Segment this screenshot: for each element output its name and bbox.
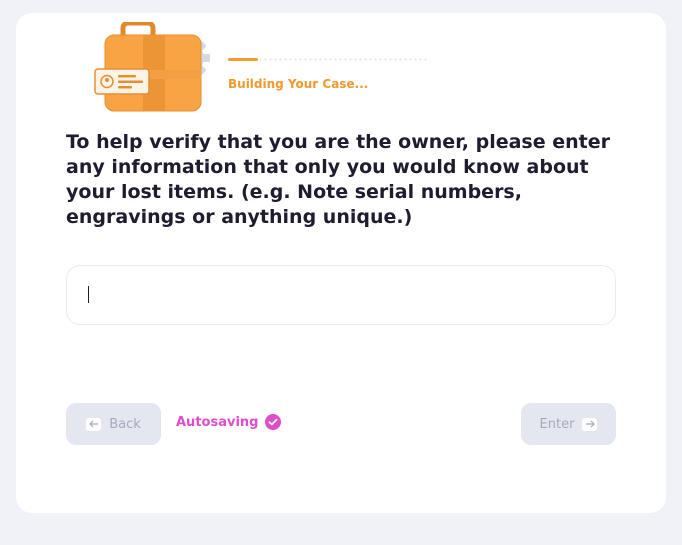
autosave-indicator: Autosaving (176, 414, 282, 430)
progress-bar (228, 58, 428, 61)
back-button[interactable]: Back (66, 403, 161, 445)
answer-input[interactable] (66, 265, 616, 325)
question-heading: To help verify that you are the owner, p… (66, 131, 610, 228)
briefcase-gear-icon (94, 22, 210, 112)
check-circle-icon (265, 414, 282, 430)
arrow-right-icon (582, 417, 598, 431)
arrow-left-icon (86, 417, 102, 431)
progress-status-text: Building Your Case... (228, 77, 369, 91)
autosave-label: Autosaving (176, 414, 259, 430)
text-caret (88, 286, 89, 303)
back-button-label: Back (109, 416, 141, 432)
enter-button[interactable]: Enter (521, 403, 616, 445)
progress-fill (228, 58, 258, 61)
form-card: Building Your Case... To help verify tha… (16, 13, 666, 513)
enter-button-label: Enter (539, 416, 575, 432)
